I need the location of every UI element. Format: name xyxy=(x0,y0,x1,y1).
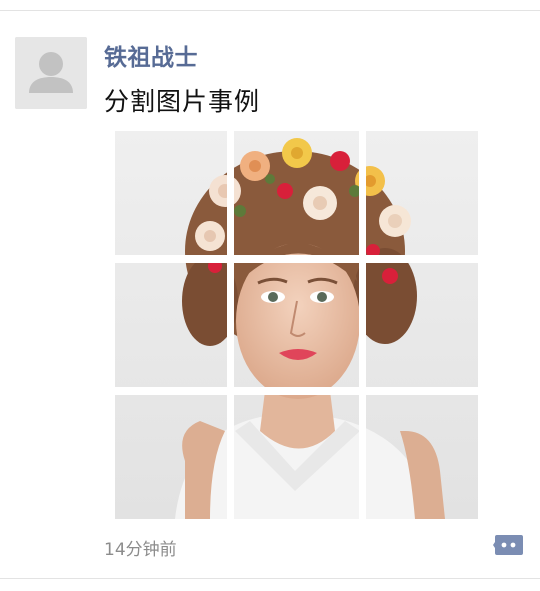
grid-image-6[interactable] xyxy=(366,263,478,387)
grid-image-1[interactable] xyxy=(115,131,227,255)
top-divider xyxy=(0,10,540,11)
portrait-image-slice xyxy=(234,263,359,387)
comment-bubble-icon xyxy=(493,535,523,555)
portrait-image-slice xyxy=(366,395,478,519)
grid-image-9[interactable] xyxy=(366,395,478,519)
portrait-image-slice xyxy=(115,395,227,519)
comment-button[interactable] xyxy=(493,533,523,557)
portrait-image-slice xyxy=(366,131,478,255)
portrait-image-slice xyxy=(115,263,227,387)
portrait-image-slice xyxy=(115,131,227,255)
grid-image-3[interactable] xyxy=(366,131,478,255)
grid-image-4[interactable] xyxy=(115,263,227,387)
user-avatar[interactable] xyxy=(15,37,87,109)
portrait-image-slice xyxy=(234,131,359,255)
grid-image-2[interactable] xyxy=(234,131,359,255)
post-username[interactable]: 铁祖战士 xyxy=(104,38,198,72)
image-grid xyxy=(115,131,479,519)
portrait-image-slice xyxy=(234,395,359,519)
grid-image-5[interactable] xyxy=(234,263,359,387)
bottom-divider xyxy=(0,578,540,579)
post-text: 分割图片事例 xyxy=(104,87,261,116)
grid-image-7[interactable] xyxy=(115,395,227,519)
post-timestamp: 14分钟前 xyxy=(104,540,177,560)
default-user-icon xyxy=(15,37,87,109)
portrait-image-slice xyxy=(366,263,478,387)
grid-image-8[interactable] xyxy=(234,395,359,519)
